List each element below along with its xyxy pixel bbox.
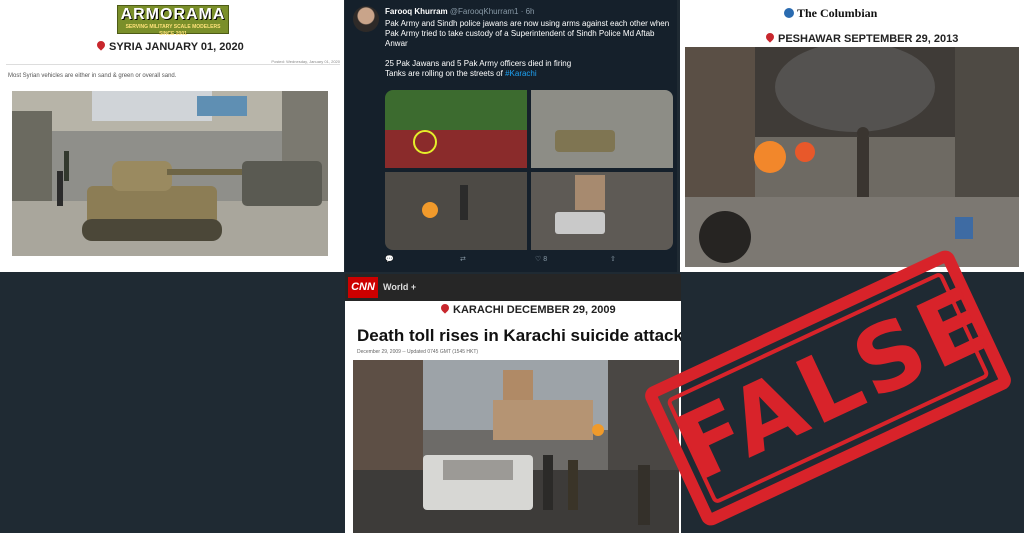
columbian-screenshot: The Columbian PESHAWAR SEPTEMBER 29, 201… <box>680 0 1024 272</box>
tweet-author[interactable]: Farooq Khurram @FarooqKhurram1 · 6h <box>385 7 535 16</box>
globe-icon <box>784 8 794 18</box>
location-pin-icon <box>95 39 107 51</box>
stamp-text: FALSE <box>661 264 1007 502</box>
article-headline: Death toll rises in Karachi suicide atta… <box>357 326 681 345</box>
tank-street-photo <box>531 90 673 168</box>
syria-location-label: SYRIA JANUARY 01, 2020 <box>95 39 244 53</box>
armorama-logo: ARMORAMA SERVING MILITARY SCALE MODELERS… <box>117 5 229 37</box>
false-stamp: FALSE <box>641 247 1015 529</box>
karachi-location-label: KARACHI DECEMBER 29, 2009 <box>439 302 616 316</box>
world-menu[interactable]: World + <box>383 282 416 292</box>
tweet-screenshot: Farooq Khurram @FarooqKhurram1 · 6h Pak … <box>345 0 677 272</box>
peshawar-blast-photo <box>685 47 1019 267</box>
syria-tank-photo <box>12 91 328 256</box>
divider <box>6 64 340 65</box>
fire-street-photo <box>385 172 527 250</box>
peshawar-location-label: PESHAWAR SEPTEMBER 29, 2013 <box>764 31 958 45</box>
tweet-media-grid[interactable] <box>385 90 673 250</box>
like-button[interactable]: ♡ 8 <box>535 255 547 263</box>
photo-caption: Most Syrian vehicles are either in sand … <box>8 73 177 79</box>
cnn-header: CNN World + <box>345 274 681 301</box>
karachi-attack-photo <box>353 360 679 533</box>
retweet-icon[interactable]: ⇄ <box>460 255 466 263</box>
location-pin-icon <box>439 302 451 314</box>
tweet-text: Pak Army and Sindh police jawans are now… <box>385 19 670 78</box>
article-dateline: December 29, 2009 -- Updated 0745 GMT (1… <box>357 349 479 355</box>
cnn-logo[interactable]: CNN <box>348 277 378 298</box>
cnn-screenshot: CNN World + KARACHI DECEMBER 29, 2009 De… <box>345 274 681 533</box>
tweet-actions: 💬 ⇄ ♡ 8 ⇧ <box>385 255 673 267</box>
armorama-screenshot: ARMORAMA SERVING MILITARY SCALE MODELERS… <box>0 0 344 272</box>
crowd-photo <box>385 90 527 168</box>
hashtag-link[interactable]: #Karachi <box>505 69 537 78</box>
share-icon[interactable]: ⇧ <box>610 255 616 263</box>
wrecked-vehicle-photo <box>531 172 673 250</box>
location-pin-icon <box>764 31 776 43</box>
reply-icon[interactable]: 💬 <box>385 255 394 263</box>
avatar[interactable] <box>353 6 379 32</box>
columbian-logo: The Columbian <box>784 6 877 21</box>
